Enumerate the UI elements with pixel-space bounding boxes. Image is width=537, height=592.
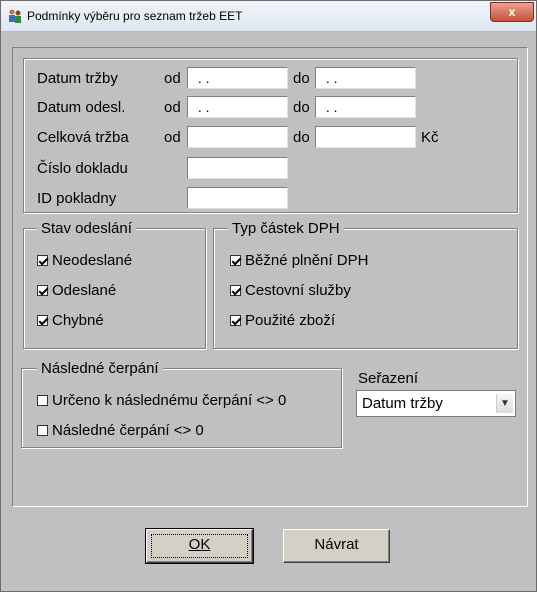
checkbox-odeslane[interactable]: Odeslané — [37, 282, 116, 299]
datum-odesl-from-field[interactable] — [187, 96, 288, 118]
checkbox-urceno-k-cerpani[interactable]: Určeno k následnému čerpání <> 0 — [37, 392, 286, 409]
nasledne-cerpani-title: Následné čerpání — [37, 360, 163, 378]
currency-unit: Kč — [421, 129, 439, 146]
id-pokladny-field[interactable] — [187, 187, 288, 209]
stav-odeslani-title: Stav odeslání — [37, 220, 136, 238]
celkova-trzba-from-label: od — [164, 129, 181, 146]
celkova-trzba-to-field[interactable] — [315, 126, 416, 148]
app-people-icon — [9, 9, 21, 23]
cislo-dokladu-label: Číslo dokladu — [37, 160, 128, 177]
checkbox-chybne[interactable]: Chybné — [37, 312, 104, 329]
datum-trzby-from-field[interactable] — [187, 67, 288, 89]
checkbox-unchecked-icon[interactable] — [37, 425, 48, 436]
datum-trzby-label: Datum tržby — [37, 70, 118, 87]
cislo-dokladu-field[interactable] — [187, 157, 288, 179]
celkova-trzba-label: Celková tržba — [37, 129, 129, 146]
close-icon: x — [508, 5, 516, 19]
serazeni-label: Seřazení — [358, 370, 419, 387]
checkbox-cestovni-sluzby-label: Cestovní služby — [245, 282, 351, 299]
window-title: Podmínky výběru pro seznam tržeb EET — [27, 9, 243, 23]
checkbox-urceno-k-cerpani-label: Určeno k následnému čerpání <> 0 — [52, 392, 287, 409]
navrat-button[interactable]: Návrat — [283, 529, 390, 563]
dialog-window: Podmínky výběru pro seznam tržeb EET x D… — [0, 0, 537, 592]
checkbox-checked-icon[interactable] — [230, 315, 241, 326]
checkbox-chybne-label: Chybné — [52, 312, 104, 329]
title-bar[interactable]: Podmínky výběru pro seznam tržeb EET x — [1, 1, 536, 32]
checkbox-neodeslane[interactable]: Neodeslané — [37, 252, 132, 269]
checkbox-checked-icon[interactable] — [37, 315, 48, 326]
serazeni-selected-value: Datum tržby — [362, 395, 443, 412]
serazeni-select[interactable]: Datum tržby ▼ — [356, 390, 516, 417]
checkbox-checked-icon[interactable] — [37, 255, 48, 266]
datum-odesl-to-field[interactable] — [315, 96, 416, 118]
checkbox-nasledne-cerpani[interactable]: Následné čerpání <> 0 — [37, 422, 204, 439]
datum-trzby-to-field[interactable] — [315, 67, 416, 89]
checkbox-checked-icon[interactable] — [230, 285, 241, 296]
datum-odesl-to-label: do — [293, 99, 310, 116]
checkbox-cestovni-sluzby[interactable]: Cestovní služby — [230, 282, 351, 299]
chevron-down-icon[interactable]: ▼ — [496, 394, 513, 413]
navrat-button-label: Návrat — [314, 536, 359, 553]
checkbox-odeslane-label: Odeslané — [52, 282, 117, 299]
checkbox-unchecked-icon[interactable] — [37, 395, 48, 406]
checkbox-bezne-plneni[interactable]: Běžné plnění DPH — [230, 252, 368, 269]
checkbox-pouzite-zbozi-label: Použité zboží — [245, 312, 336, 329]
checkbox-nasledne-cerpani-label: Následné čerpání <> 0 — [52, 422, 204, 439]
celkova-trzba-to-label: do — [293, 129, 310, 146]
datum-trzby-to-label: do — [293, 70, 310, 87]
datum-odesl-from-label: od — [164, 99, 181, 116]
id-pokladny-label: ID pokladny — [37, 190, 117, 207]
ok-button[interactable]: OK — [145, 528, 254, 564]
datum-trzby-from-label: od — [164, 70, 181, 87]
close-button[interactable]: x — [490, 2, 534, 22]
datum-odesl-label: Datum odesl. — [37, 99, 126, 116]
focus-ring — [151, 534, 248, 558]
checkbox-checked-icon[interactable] — [37, 285, 48, 296]
typ-castek-title: Typ částek DPH — [228, 220, 344, 238]
checkbox-neodeslane-label: Neodeslané — [52, 252, 133, 269]
celkova-trzba-from-field[interactable] — [187, 126, 288, 148]
checkbox-bezne-plneni-label: Běžné plnění DPH — [245, 252, 369, 269]
checkbox-pouzite-zbozi[interactable]: Použité zboží — [230, 312, 335, 329]
checkbox-checked-icon[interactable] — [230, 255, 241, 266]
